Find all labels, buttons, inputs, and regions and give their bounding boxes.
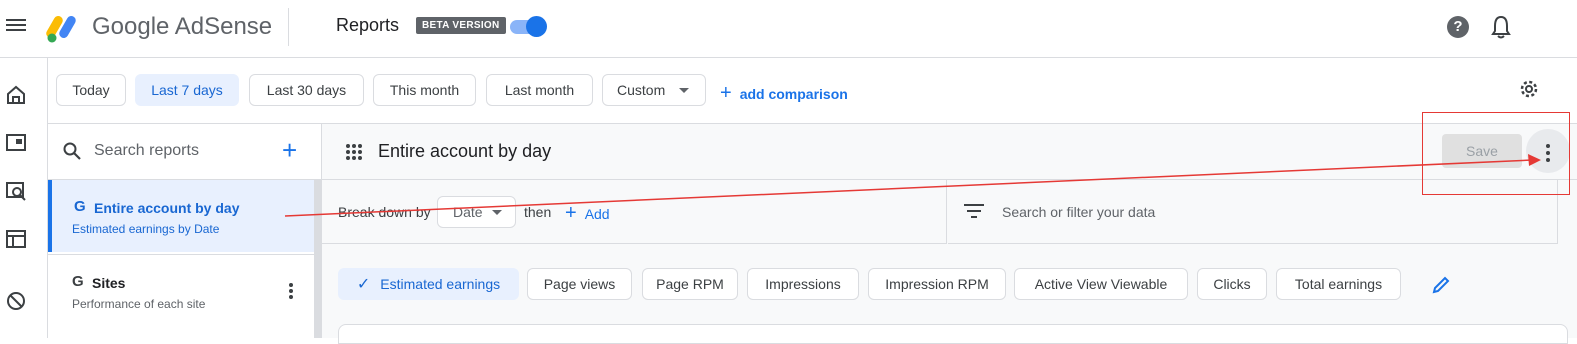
chevron-down-icon — [491, 209, 502, 215]
google-g-icon: G — [74, 198, 86, 215]
breakdown-label: Break down by — [338, 204, 431, 220]
reports-sidebar: + G Entire account by day Estimated earn… — [48, 124, 322, 338]
add-dimension-label: Add — [584, 205, 610, 222]
report-title: Entire account by day — [378, 141, 552, 161]
filter-icon — [964, 204, 984, 220]
pencil-icon[interactable] — [1430, 274, 1452, 296]
metric-chip-impressions[interactable]: Impressions — [747, 268, 859, 300]
notifications-icon[interactable] — [1490, 15, 1512, 39]
breakdown-bar: Break down by Date then + Add — [322, 180, 947, 244]
page-title: Reports — [336, 15, 400, 35]
date-chip-today[interactable]: Today — [56, 74, 126, 106]
add-comparison-label: add comparison — [739, 85, 848, 102]
then-label: then — [524, 204, 552, 220]
header-divider — [288, 8, 289, 46]
nav-rail — [0, 58, 48, 338]
annotation-highlight-box — [1422, 112, 1570, 195]
search-icon — [63, 142, 81, 160]
metric-chip-estimated-earnings[interactable]: ✓ Estimated earnings — [338, 268, 519, 300]
report-item-title: Entire account by day — [94, 200, 240, 216]
metric-label: Estimated earnings — [380, 276, 501, 292]
date-chip-this-month[interactable]: This month — [373, 74, 476, 106]
help-icon[interactable]: ? — [1447, 16, 1469, 38]
brand-name: Google AdSense — [92, 13, 273, 40]
beta-badge: BETA VERSION — [416, 17, 506, 34]
chart-card — [338, 324, 1568, 344]
add-dimension-button[interactable]: + Add — [565, 202, 610, 225]
report-item-subtitle: Estimated earnings by Date — [72, 222, 220, 236]
new-report-plus-icon[interactable]: + — [282, 137, 297, 163]
plus-icon: + — [565, 202, 577, 224]
breakdown-dimension-select[interactable]: Date — [437, 196, 516, 228]
adsense-logo — [46, 16, 76, 43]
add-comparison-button[interactable]: + add comparison — [720, 82, 848, 105]
metric-chip-clicks[interactable]: Clicks — [1197, 268, 1267, 300]
sidebar-scrollbar[interactable] — [314, 180, 322, 338]
metric-chip-total-earnings[interactable]: Total earnings — [1276, 268, 1401, 300]
top-app-bar: Google AdSense Reports BETA VERSION ? — [0, 0, 1577, 58]
content-search-icon[interactable] — [5, 180, 27, 202]
plus-icon: + — [720, 82, 732, 104]
chevron-down-icon — [679, 87, 690, 93]
report-search-input[interactable] — [94, 138, 274, 164]
report-header: Entire account by day Save — [322, 124, 1577, 180]
metric-chip-page-rpm[interactable]: Page RPM — [642, 268, 738, 300]
report-item-subtitle: Performance of each site — [72, 297, 206, 311]
google-g-icon: G — [72, 273, 84, 290]
beta-toggle[interactable] — [510, 16, 547, 37]
ads-icon[interactable] — [5, 132, 27, 154]
date-chip-last-7-days[interactable]: Last 7 days — [135, 74, 239, 106]
metric-chip-page-views[interactable]: Page views — [527, 268, 632, 300]
more-vert-icon[interactable] — [288, 281, 294, 301]
drag-grid-icon[interactable] — [346, 144, 362, 160]
custom-date-label: Custom — [617, 82, 666, 98]
date-chip-last-30-days[interactable]: Last 30 days — [249, 74, 364, 106]
home-icon[interactable] — [5, 84, 27, 106]
metric-chip-impression-rpm[interactable]: Impression RPM — [868, 268, 1006, 300]
breakdown-value: Date — [453, 204, 483, 220]
filter-input[interactable] — [1002, 200, 1402, 224]
report-item-title: Sites — [92, 275, 126, 291]
date-range-bar: Today Last 7 days Last 30 days This mont… — [48, 58, 1577, 124]
metric-chip-active-view-viewable[interactable]: Active View Viewable — [1014, 268, 1188, 300]
report-search-row: + — [48, 124, 322, 180]
blocking-controls-icon[interactable] — [5, 290, 27, 312]
report-panel: Entire account by day Save Break down by… — [322, 124, 1577, 344]
custom-date-dropdown[interactable]: Custom — [602, 74, 706, 106]
sites-icon[interactable] — [5, 228, 27, 250]
check-icon: ✓ — [356, 276, 371, 293]
menu-icon[interactable] — [6, 16, 26, 36]
report-item-sites[interactable]: G Sites Performance of each site — [48, 254, 314, 326]
report-item-entire-account[interactable]: G Entire account by day Estimated earnin… — [48, 180, 314, 252]
gear-icon[interactable] — [1518, 78, 1540, 100]
date-chip-last-month[interactable]: Last month — [486, 74, 593, 106]
